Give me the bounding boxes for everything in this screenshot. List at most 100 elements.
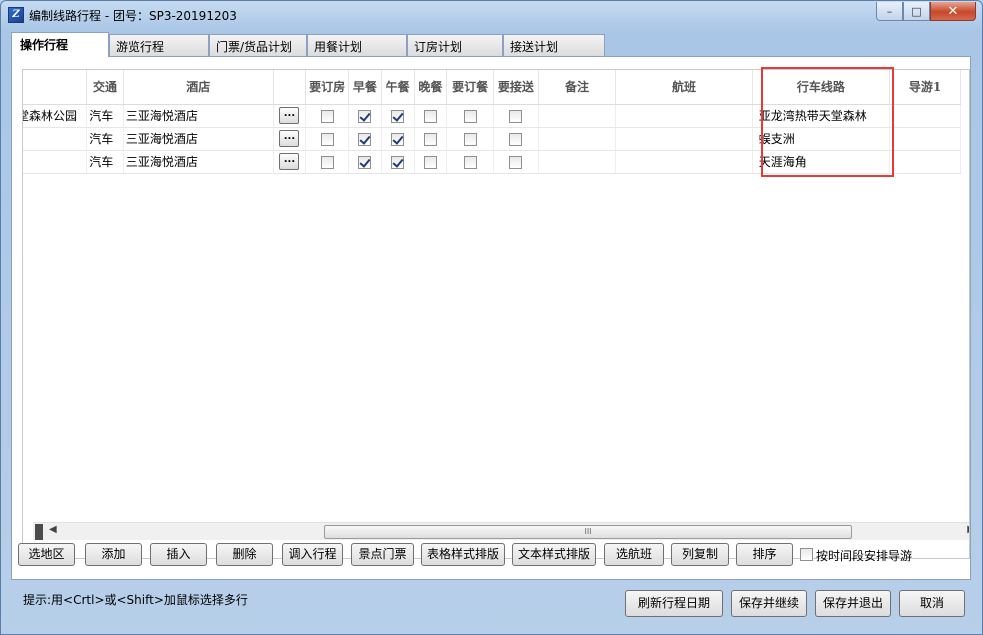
- scenic-tickets-button[interactable]: 景点门票: [351, 543, 414, 566]
- cell-scenic[interactable]: 堂森林公园: [23, 104, 88, 128]
- tab-tour-itinerary[interactable]: 游览行程: [109, 34, 209, 56]
- book-room-checkbox[interactable]: [320, 109, 334, 123]
- cell-flight[interactable]: [615, 150, 753, 174]
- table-row[interactable]: 堂森林公园 汽车 三亚海悦酒店... 亚龙湾热带天堂森林: [23, 104, 961, 128]
- dinner-checkbox[interactable]: [423, 109, 437, 123]
- import-itinerary-button[interactable]: 调入行程: [282, 543, 343, 566]
- cell-remark[interactable]: [538, 150, 617, 174]
- cell-route[interactable]: 天涯海角: [752, 150, 891, 174]
- cell-route[interactable]: 亚龙湾热带天堂森林: [752, 104, 891, 128]
- hotel-picker-button[interactable]: ...: [279, 107, 300, 124]
- cancel-button[interactable]: 取消: [899, 590, 965, 617]
- copy-column-button[interactable]: 列复制: [671, 543, 729, 566]
- col-header-breakfast[interactable]: 早餐: [348, 70, 382, 105]
- col-header-book-room[interactable]: 要订房: [305, 70, 350, 105]
- tab-room-plan[interactable]: 订房计划: [407, 34, 503, 56]
- cell-ellipsis[interactable]: ...: [273, 104, 307, 128]
- cell-dinner[interactable]: [414, 104, 448, 128]
- tab-transfer-plan[interactable]: 接送计划: [503, 34, 605, 56]
- tab-meal-plan[interactable]: 用餐计划: [307, 34, 407, 56]
- select-flight-button[interactable]: 选航班: [604, 543, 664, 566]
- tab-ticket-goods-plan[interactable]: 门票/货品计划: [209, 34, 307, 56]
- cell-transfer[interactable]: [493, 150, 539, 174]
- cell-scenic[interactable]: [23, 127, 88, 151]
- table-row[interactable]: 汽车 三亚海悦酒店... 蜈支洲: [23, 127, 961, 151]
- col-header-guide[interactable]: 导游1: [889, 70, 961, 105]
- select-area-button[interactable]: 选地区: [18, 543, 75, 566]
- cell-scenic[interactable]: “: [23, 150, 88, 174]
- col-header-hotel[interactable]: 酒店: [123, 70, 274, 105]
- minimize-button[interactable]: –: [876, 2, 903, 21]
- sort-button[interactable]: 排序: [736, 543, 793, 566]
- book-meal-checkbox[interactable]: [463, 109, 477, 123]
- save-continue-button[interactable]: 保存并继续: [731, 590, 807, 617]
- tab-operation-itinerary[interactable]: 操作行程: [11, 32, 109, 57]
- hotel-picker-button[interactable]: ...: [279, 153, 300, 170]
- cell-hotel[interactable]: 三亚海悦酒店: [123, 104, 274, 128]
- cell-transport[interactable]: 汽车: [86, 104, 124, 128]
- lunch-checkbox[interactable]: [391, 155, 405, 169]
- book-room-checkbox[interactable]: [320, 132, 334, 146]
- delete-button[interactable]: 删除: [216, 543, 273, 566]
- table-row[interactable]: “汽车三亚海悦酒店... 天涯海角: [23, 150, 961, 174]
- col-header-ellipsis[interactable]: [273, 70, 307, 105]
- breakfast-checkbox[interactable]: [358, 132, 372, 146]
- title-bar[interactable]: Z 编制线路行程 - 团号：SP3-20191203 – □ ✕: [1, 1, 982, 29]
- horizontal-scrollbar[interactable]: ◀ III ▶: [33, 522, 969, 540]
- cell-lunch[interactable]: [381, 150, 415, 174]
- save-exit-button[interactable]: 保存并退出: [815, 590, 891, 617]
- cell-guide[interactable]: [889, 104, 961, 128]
- close-button[interactable]: ✕: [930, 2, 976, 21]
- maximize-button[interactable]: □: [903, 2, 930, 21]
- cell-breakfast[interactable]: [348, 104, 382, 128]
- cell-route[interactable]: 蜈支洲: [752, 127, 891, 151]
- cell-flight[interactable]: [615, 104, 753, 128]
- breakfast-checkbox[interactable]: [358, 155, 372, 169]
- dinner-checkbox[interactable]: [423, 155, 437, 169]
- col-header-route[interactable]: 行车线路: [752, 70, 891, 105]
- dinner-checkbox[interactable]: [423, 132, 437, 146]
- cell-lunch[interactable]: [381, 104, 415, 128]
- cell-book-meal[interactable]: [446, 127, 495, 151]
- scroll-left-icon[interactable]: ◀: [49, 524, 57, 535]
- cell-ellipsis[interactable]: ...: [273, 150, 307, 174]
- col-header-scenic[interactable]: [23, 70, 88, 105]
- book-room-checkbox[interactable]: [320, 155, 334, 169]
- cell-guide[interactable]: [889, 150, 961, 174]
- col-header-transport[interactable]: 交通: [86, 70, 124, 105]
- lunch-checkbox[interactable]: [391, 132, 405, 146]
- cell-book-room[interactable]: [305, 150, 350, 174]
- cell-transport[interactable]: 汽车: [86, 150, 124, 174]
- lunch-checkbox[interactable]: [391, 109, 405, 123]
- cell-dinner[interactable]: [414, 150, 448, 174]
- table-layout-button[interactable]: 表格样式排版: [421, 543, 505, 566]
- cell-book-room[interactable]: [305, 127, 350, 151]
- cell-book-room[interactable]: [305, 104, 350, 128]
- arrange-guide-checkbox[interactable]: [800, 548, 813, 561]
- cell-dinner[interactable]: [414, 127, 448, 151]
- add-button[interactable]: 添加: [85, 543, 142, 566]
- transfer-checkbox[interactable]: [509, 109, 523, 123]
- cell-guide[interactable]: [889, 127, 961, 151]
- col-header-dinner[interactable]: 晚餐: [414, 70, 448, 105]
- hotel-picker-button[interactable]: ...: [279, 130, 300, 147]
- cell-transfer[interactable]: [493, 127, 539, 151]
- cell-book-meal[interactable]: [446, 150, 495, 174]
- refresh-dates-button[interactable]: 刷新行程日期: [625, 590, 723, 617]
- cell-transfer[interactable]: [493, 104, 539, 128]
- cell-breakfast[interactable]: [348, 150, 382, 174]
- cell-hotel[interactable]: 三亚海悦酒店: [123, 150, 274, 174]
- cell-remark[interactable]: [538, 104, 617, 128]
- cell-lunch[interactable]: [381, 127, 415, 151]
- cell-transport[interactable]: 汽车: [86, 127, 124, 151]
- col-header-remark[interactable]: 备注: [538, 70, 617, 105]
- transfer-checkbox[interactable]: [509, 155, 523, 169]
- book-meal-checkbox[interactable]: [463, 132, 477, 146]
- insert-button[interactable]: 插入: [150, 543, 207, 566]
- cell-hotel[interactable]: 三亚海悦酒店: [123, 127, 274, 151]
- cell-remark[interactable]: [538, 127, 617, 151]
- col-header-book-meal[interactable]: 要订餐: [446, 70, 495, 105]
- scroll-right-icon[interactable]: ▶: [967, 524, 969, 535]
- cell-flight[interactable]: [615, 127, 753, 151]
- breakfast-checkbox[interactable]: [358, 109, 372, 123]
